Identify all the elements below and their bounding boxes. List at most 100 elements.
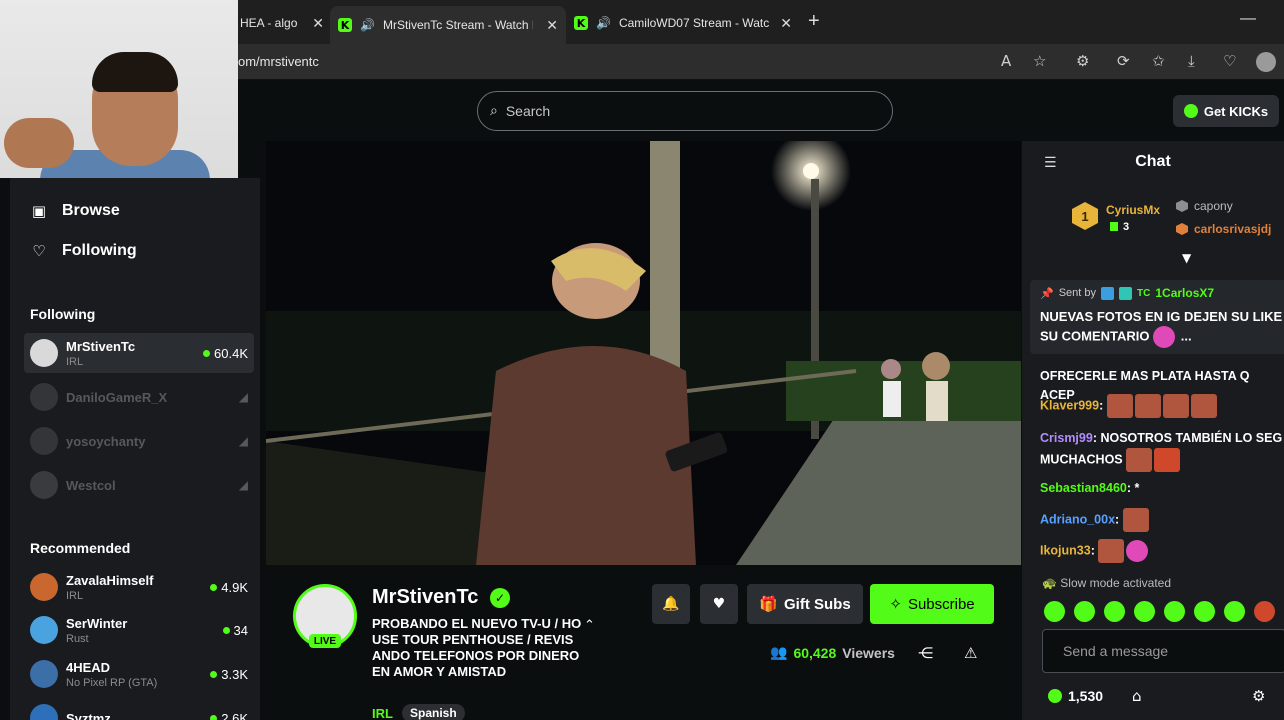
slow-mode-icon: 🐢 — [1042, 576, 1057, 590]
profile-avatar[interactable] — [1256, 52, 1276, 72]
share-icon[interactable]: ⋲ — [918, 644, 933, 662]
read-aloud-icon[interactable]: A — [1001, 52, 1011, 70]
recommended-channel-syztmz[interactable]: Syztmz 2.6K — [24, 698, 254, 720]
emote — [1122, 508, 1149, 532]
favorites-icon[interactable]: ✩ — [1152, 52, 1165, 70]
pinned-message[interactable]: 📌 Sent by TC 1CarlosX7 NUEVAS FOTOS EN I… — [1030, 280, 1284, 354]
following-heading: Following — [30, 306, 96, 322]
following-channel-westcol[interactable]: Westcol ◢ — [24, 465, 254, 505]
emote — [1154, 448, 1181, 472]
notification-button[interactable]: 🔔 — [652, 584, 690, 624]
channel-name: MrStivenTc — [66, 338, 136, 354]
avatar — [30, 427, 58, 455]
live-dot-icon — [203, 349, 211, 357]
recommended-channel-zavalahimself[interactable]: ZavalaHimself IRL 4.9K — [24, 567, 254, 607]
following-channel-yosoychanty[interactable]: yosoychanty ◢ — [24, 421, 254, 461]
sparkle-icon: ✧ — [889, 595, 902, 613]
hex-icon — [1176, 200, 1188, 212]
emote-button[interactable] — [1164, 601, 1185, 622]
gift-icon: 🎁 — [759, 595, 778, 613]
viewer-count: 3.3K — [210, 667, 248, 682]
chevron-up-icon[interactable]: ⌃ — [584, 618, 595, 633]
emote-button[interactable] — [1194, 601, 1215, 622]
chat-input-box[interactable] — [1042, 629, 1284, 673]
viewer-label: Viewers — [842, 645, 895, 661]
emote-button[interactable] — [1074, 601, 1095, 622]
language-tag[interactable]: Spanish — [402, 704, 465, 720]
recommended-channel-4head[interactable]: 4HEAD No Pixel RP (GTA) 3.3K — [24, 654, 254, 694]
get-kicks-label: Get KICKs — [1203, 103, 1269, 119]
channel-name: yosoychanty — [66, 433, 146, 449]
channel-name: Westcol — [66, 477, 116, 493]
streamer-name[interactable]: MrStivenTc — [372, 586, 478, 609]
channel-category: Rust — [66, 632, 89, 645]
following-channel-danilogamer[interactable]: DaniloGameR_X ◢ — [24, 377, 254, 417]
nav-browse[interactable]: ▣ Browse — [30, 202, 120, 220]
close-icon[interactable]: ✕ — [780, 15, 792, 32]
search-icon: ⌕ — [490, 103, 498, 119]
favorite-star-icon[interactable]: ☆ — [1033, 52, 1046, 70]
search-bar[interactable]: ⌕ — [477, 91, 893, 131]
browser-tab-1[interactable]: HEA - algo ✕ — [232, 8, 332, 38]
gear-icon[interactable]: ⚙ — [1252, 687, 1265, 705]
report-icon[interactable]: ⚠ — [964, 644, 977, 662]
video-player[interactable] — [266, 141, 1021, 565]
top-gifter-name[interactable]: CyriusMx — [1106, 203, 1160, 217]
channel-points[interactable]: 1,530 — [1048, 688, 1103, 704]
avatar — [30, 383, 58, 411]
url-field[interactable]: om/mrstiventc — [238, 54, 319, 69]
gifter-2[interactable]: capony — [1176, 199, 1233, 213]
emote-button[interactable] — [1044, 601, 1065, 622]
category-link[interactable]: IRL — [372, 706, 393, 720]
live-dot-icon — [210, 670, 218, 678]
avatar — [30, 616, 58, 644]
chat-message-input[interactable] — [1063, 643, 1263, 659]
new-tab-icon[interactable]: + — [808, 10, 820, 33]
top-gifter-count: 3 — [1110, 221, 1129, 233]
follow-button[interactable]: ♥ — [700, 584, 738, 624]
chat-message: Ikojun33: — [1040, 539, 1284, 563]
gifter-3[interactable]: carlosrivasjdj — [1176, 222, 1271, 236]
close-icon[interactable]: ✕ — [312, 15, 324, 32]
viewer-number: 60,428 — [793, 645, 837, 661]
heart-icon: ♥ — [712, 596, 726, 612]
browser-tab-3[interactable]: K 🔊 CamiloWD07 Stream - Watch ✕ — [566, 8, 800, 38]
nav-following[interactable]: ♡ Following — [30, 242, 136, 260]
download-icon[interactable]: ⤓ — [1188, 52, 1195, 70]
avatar — [30, 339, 58, 367]
heartbeat-icon[interactable]: ♡ — [1223, 52, 1236, 70]
nav-browse-label: Browse — [62, 202, 120, 219]
badge-icon — [1119, 286, 1133, 300]
avatar — [30, 471, 58, 499]
chat-title: Chat — [1135, 153, 1171, 170]
close-icon[interactable]: ✕ — [546, 17, 558, 34]
browse-icon: ▣ — [31, 202, 47, 220]
gift-subs-button[interactable]: 🎁 Gift Subs — [747, 584, 863, 624]
store-icon[interactable]: ⌂ — [1132, 687, 1142, 705]
recommended-heading: Recommended — [30, 540, 131, 556]
get-kicks-button[interactable]: Get KICKs — [1173, 95, 1279, 127]
browser-tab-2-active[interactable]: K 🔊 MrStivenTc Stream - Watch L ✕ — [330, 6, 566, 44]
chat-message: Crismj99: NOSOTROS TAMBIÉN LO SEG MUCHAC… — [1040, 429, 1284, 472]
extensions-icon[interactable]: ⚙ — [1076, 52, 1089, 70]
expand-icon[interactable]: ▼ — [1182, 251, 1191, 265]
speaker-icon[interactable]: 🔊 — [360, 18, 375, 32]
live-dot-icon — [210, 583, 218, 591]
search-input[interactable] — [505, 103, 846, 119]
subscribe-button[interactable]: ✧ Subscribe — [870, 584, 994, 624]
emote-button[interactable] — [1254, 601, 1275, 622]
verified-icon: ✓ — [490, 588, 510, 608]
minimize-icon[interactable]: — — [1240, 10, 1256, 28]
speaker-icon[interactable]: 🔊 — [596, 16, 611, 30]
following-channel-mrstiventc[interactable]: MrStivenTc IRL 60.4K — [24, 333, 254, 373]
viewer-count: 4.9K — [210, 580, 248, 595]
emote-button[interactable] — [1104, 601, 1125, 622]
emote — [1106, 394, 1133, 418]
offline-icon: ◢ — [238, 478, 248, 492]
avatar — [30, 573, 58, 601]
recommended-channel-serwinter[interactable]: SerWinter Rust 34 — [24, 610, 254, 650]
sync-icon[interactable]: ⟳ — [1117, 52, 1130, 70]
badge-icon — [1101, 286, 1115, 300]
emote-button[interactable] — [1224, 601, 1245, 622]
emote-button[interactable] — [1134, 601, 1155, 622]
